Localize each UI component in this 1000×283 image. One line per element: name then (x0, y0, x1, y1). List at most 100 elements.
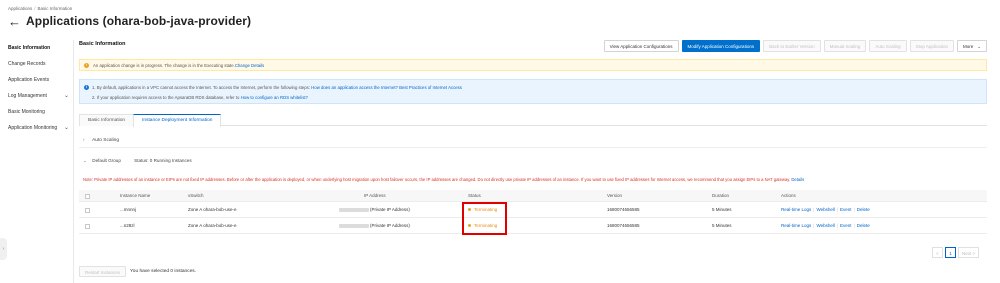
tab-bar: Basic Information Instance Deployment In… (79, 114, 987, 127)
sidebar-item-label: Basic Information (8, 45, 51, 51)
duration: 5 Minutes (712, 223, 732, 228)
rollback-button[interactable]: Back to Earlier Version (763, 40, 821, 52)
auto-scaling-label: Auto Scaling (92, 138, 120, 143)
sidebar-item-basic-monitoring[interactable]: Basic Monitoring (0, 104, 73, 120)
modify-configurations-button[interactable]: Modify Application Configurations (681, 40, 761, 52)
row-actions: Real-time Logs | Webshell | Event | Delete (781, 223, 870, 228)
change-in-progress-alert: ! An application change is in progress. … (79, 59, 987, 71)
info-line-1-text: 1. By default, applications in a VPC can… (92, 85, 310, 90)
breadcrumb-separator: / (34, 6, 36, 11)
best-practices-link[interactable]: Best Practices of Internet Access (399, 85, 462, 90)
status-highlight-box (462, 202, 507, 235)
breadcrumb: Applications / Basic Information (8, 6, 72, 11)
webshell-link[interactable]: Webshell (816, 207, 834, 212)
note-text: Note: Private IP addresses of an instanc… (83, 177, 791, 182)
breadcrumb-applications[interactable]: Applications (8, 6, 32, 11)
instance-name: ...n28zl (120, 223, 135, 228)
real-time-logs-link[interactable]: Real-time Logs (781, 207, 811, 212)
page-title: Applications (ohara-bob-java-provider) (26, 14, 252, 28)
sidebar: Basic Information Change Records Applica… (0, 40, 73, 136)
vswitch: Zone A ohara-bob-use-e (188, 223, 237, 228)
back-arrow-icon[interactable]: ← (8, 15, 21, 28)
section-title: Basic Information (79, 41, 126, 47)
column-header: Instance Name (120, 193, 151, 198)
change-details-link[interactable]: Change Details (235, 63, 264, 68)
ip-address: (Private IP Address) (339, 202, 410, 218)
sidebar-item-label: Application Monitoring (8, 125, 58, 131)
auto-scaling-collapse[interactable]: › Auto Scaling (79, 134, 987, 148)
tab-basic-information[interactable]: Basic Information (79, 114, 135, 126)
alert-warning-text: An application change is in progress. Th… (93, 62, 235, 68)
restart-instances-button[interactable]: Restart Instances (79, 266, 127, 277)
group-name: Default Group (92, 158, 121, 163)
event-link[interactable]: Event (840, 223, 852, 228)
instance-name: ...mnnnj (120, 207, 137, 212)
more-label: More (962, 44, 974, 49)
previous-page-button[interactable]: < (932, 247, 943, 258)
title-row: ← Applications (ohara-bob-java-provider) (8, 14, 251, 28)
row-actions: Real-time Logs | Webshell | Event | Delete (781, 207, 870, 212)
sidebar-collapse-handle[interactable]: › (0, 238, 7, 260)
redacted-ip (339, 207, 369, 212)
select-all-checkbox[interactable] (85, 193, 90, 199)
ip-address: (Private IP Address) (339, 218, 410, 234)
delete-link[interactable]: Delete (857, 207, 870, 212)
sidebar-item-change-records[interactable]: Change Records (0, 56, 73, 72)
table-header: Instance Name vSwitch IP Address Status … (79, 190, 987, 202)
manual-scaling-button[interactable]: Manual Scaling (823, 40, 867, 52)
ip-address-note: Note: Private IP addresses of an instanc… (83, 177, 987, 182)
sidebar-item-log-management[interactable]: Log Management ⌄ (0, 88, 73, 104)
real-time-logs-link[interactable]: Real-time Logs (781, 223, 811, 228)
instance-table: Instance Name vSwitch IP Address Status … (79, 190, 987, 234)
internet-access-link[interactable]: How does an application access the Inter… (311, 85, 398, 90)
row-checkbox[interactable] (85, 207, 90, 213)
internet-access-info-alert: i 1. By default, applications in a VPC c… (79, 79, 987, 104)
next-label: Next (962, 251, 972, 256)
chevron-down-icon: ⌄ (63, 93, 69, 99)
chevron-right-icon: › (83, 138, 85, 143)
column-header: Duration (712, 193, 730, 198)
sidebar-item-basic-information[interactable]: Basic Information (0, 40, 73, 56)
info-line-2-text: 2. If your application requires access t… (92, 95, 240, 100)
chevron-down-icon: ⌄ (977, 44, 981, 49)
toolbar: View Application Configurations Modify A… (603, 40, 987, 52)
sidebar-item-label: Change Records (8, 61, 46, 67)
pagination: < 1 Next > (932, 247, 980, 258)
column-header: Version (607, 193, 623, 198)
ip-suffix: (Private IP Address) (370, 223, 410, 228)
webshell-link[interactable]: Webshell (816, 223, 834, 228)
tab-instance-deployment-information[interactable]: Instance Deployment Information (133, 114, 222, 127)
rds-whitelist-link[interactable]: How to configure an RDS whitelist? (241, 95, 308, 100)
next-page-button[interactable]: Next > (958, 247, 980, 258)
chevron-right-icon: › (2, 246, 5, 252)
info-line-2: 2. If your application requires access t… (92, 95, 308, 100)
note-details-link[interactable]: Details (791, 177, 804, 182)
event-link[interactable]: Event (840, 207, 852, 212)
delete-link[interactable]: Delete (857, 223, 870, 228)
table-footer: Restart Instances You have selected 0 in… (79, 266, 196, 277)
breadcrumb-current: Basic Information (37, 6, 73, 11)
stop-application-button[interactable]: Stop Application (909, 40, 954, 52)
sidebar-item-application-events[interactable]: Application Events (0, 72, 73, 88)
version: 1680074656585 (607, 223, 640, 228)
next-arrow-icon: > (972, 251, 976, 256)
default-group-header[interactable]: ⌄ Default Group Status: 0 Running Instan… (79, 155, 987, 167)
column-header: Status (468, 193, 481, 198)
redacted-ip (339, 223, 369, 228)
page-number-button[interactable]: 1 (945, 247, 956, 258)
sidebar-divider (73, 40, 74, 283)
auto-scaling-button[interactable]: Auto Scaling (869, 40, 907, 52)
chevron-down-icon: ⌄ (63, 125, 69, 131)
ip-suffix: (Private IP Address) (370, 207, 410, 212)
more-dropdown-button[interactable]: More ⌄ (956, 40, 987, 52)
column-header: vSwitch (188, 193, 204, 198)
sidebar-item-application-monitoring[interactable]: Application Monitoring ⌄ (0, 120, 73, 136)
info-line-1: 1. By default, applications in a VPC can… (92, 85, 462, 90)
table-row: ...n28zl Zone A ohara-bob-use-e (Private… (79, 218, 987, 234)
table-row: ...mnnnj Zone A ohara-bob-use-e (Private… (79, 202, 987, 218)
vswitch: Zone A ohara-bob-use-e (188, 207, 237, 212)
sidebar-item-label: Log Management (8, 93, 47, 99)
view-configurations-button[interactable]: View Application Configurations (603, 40, 679, 52)
row-checkbox[interactable] (85, 223, 90, 229)
duration: 5 Minutes (712, 207, 732, 212)
